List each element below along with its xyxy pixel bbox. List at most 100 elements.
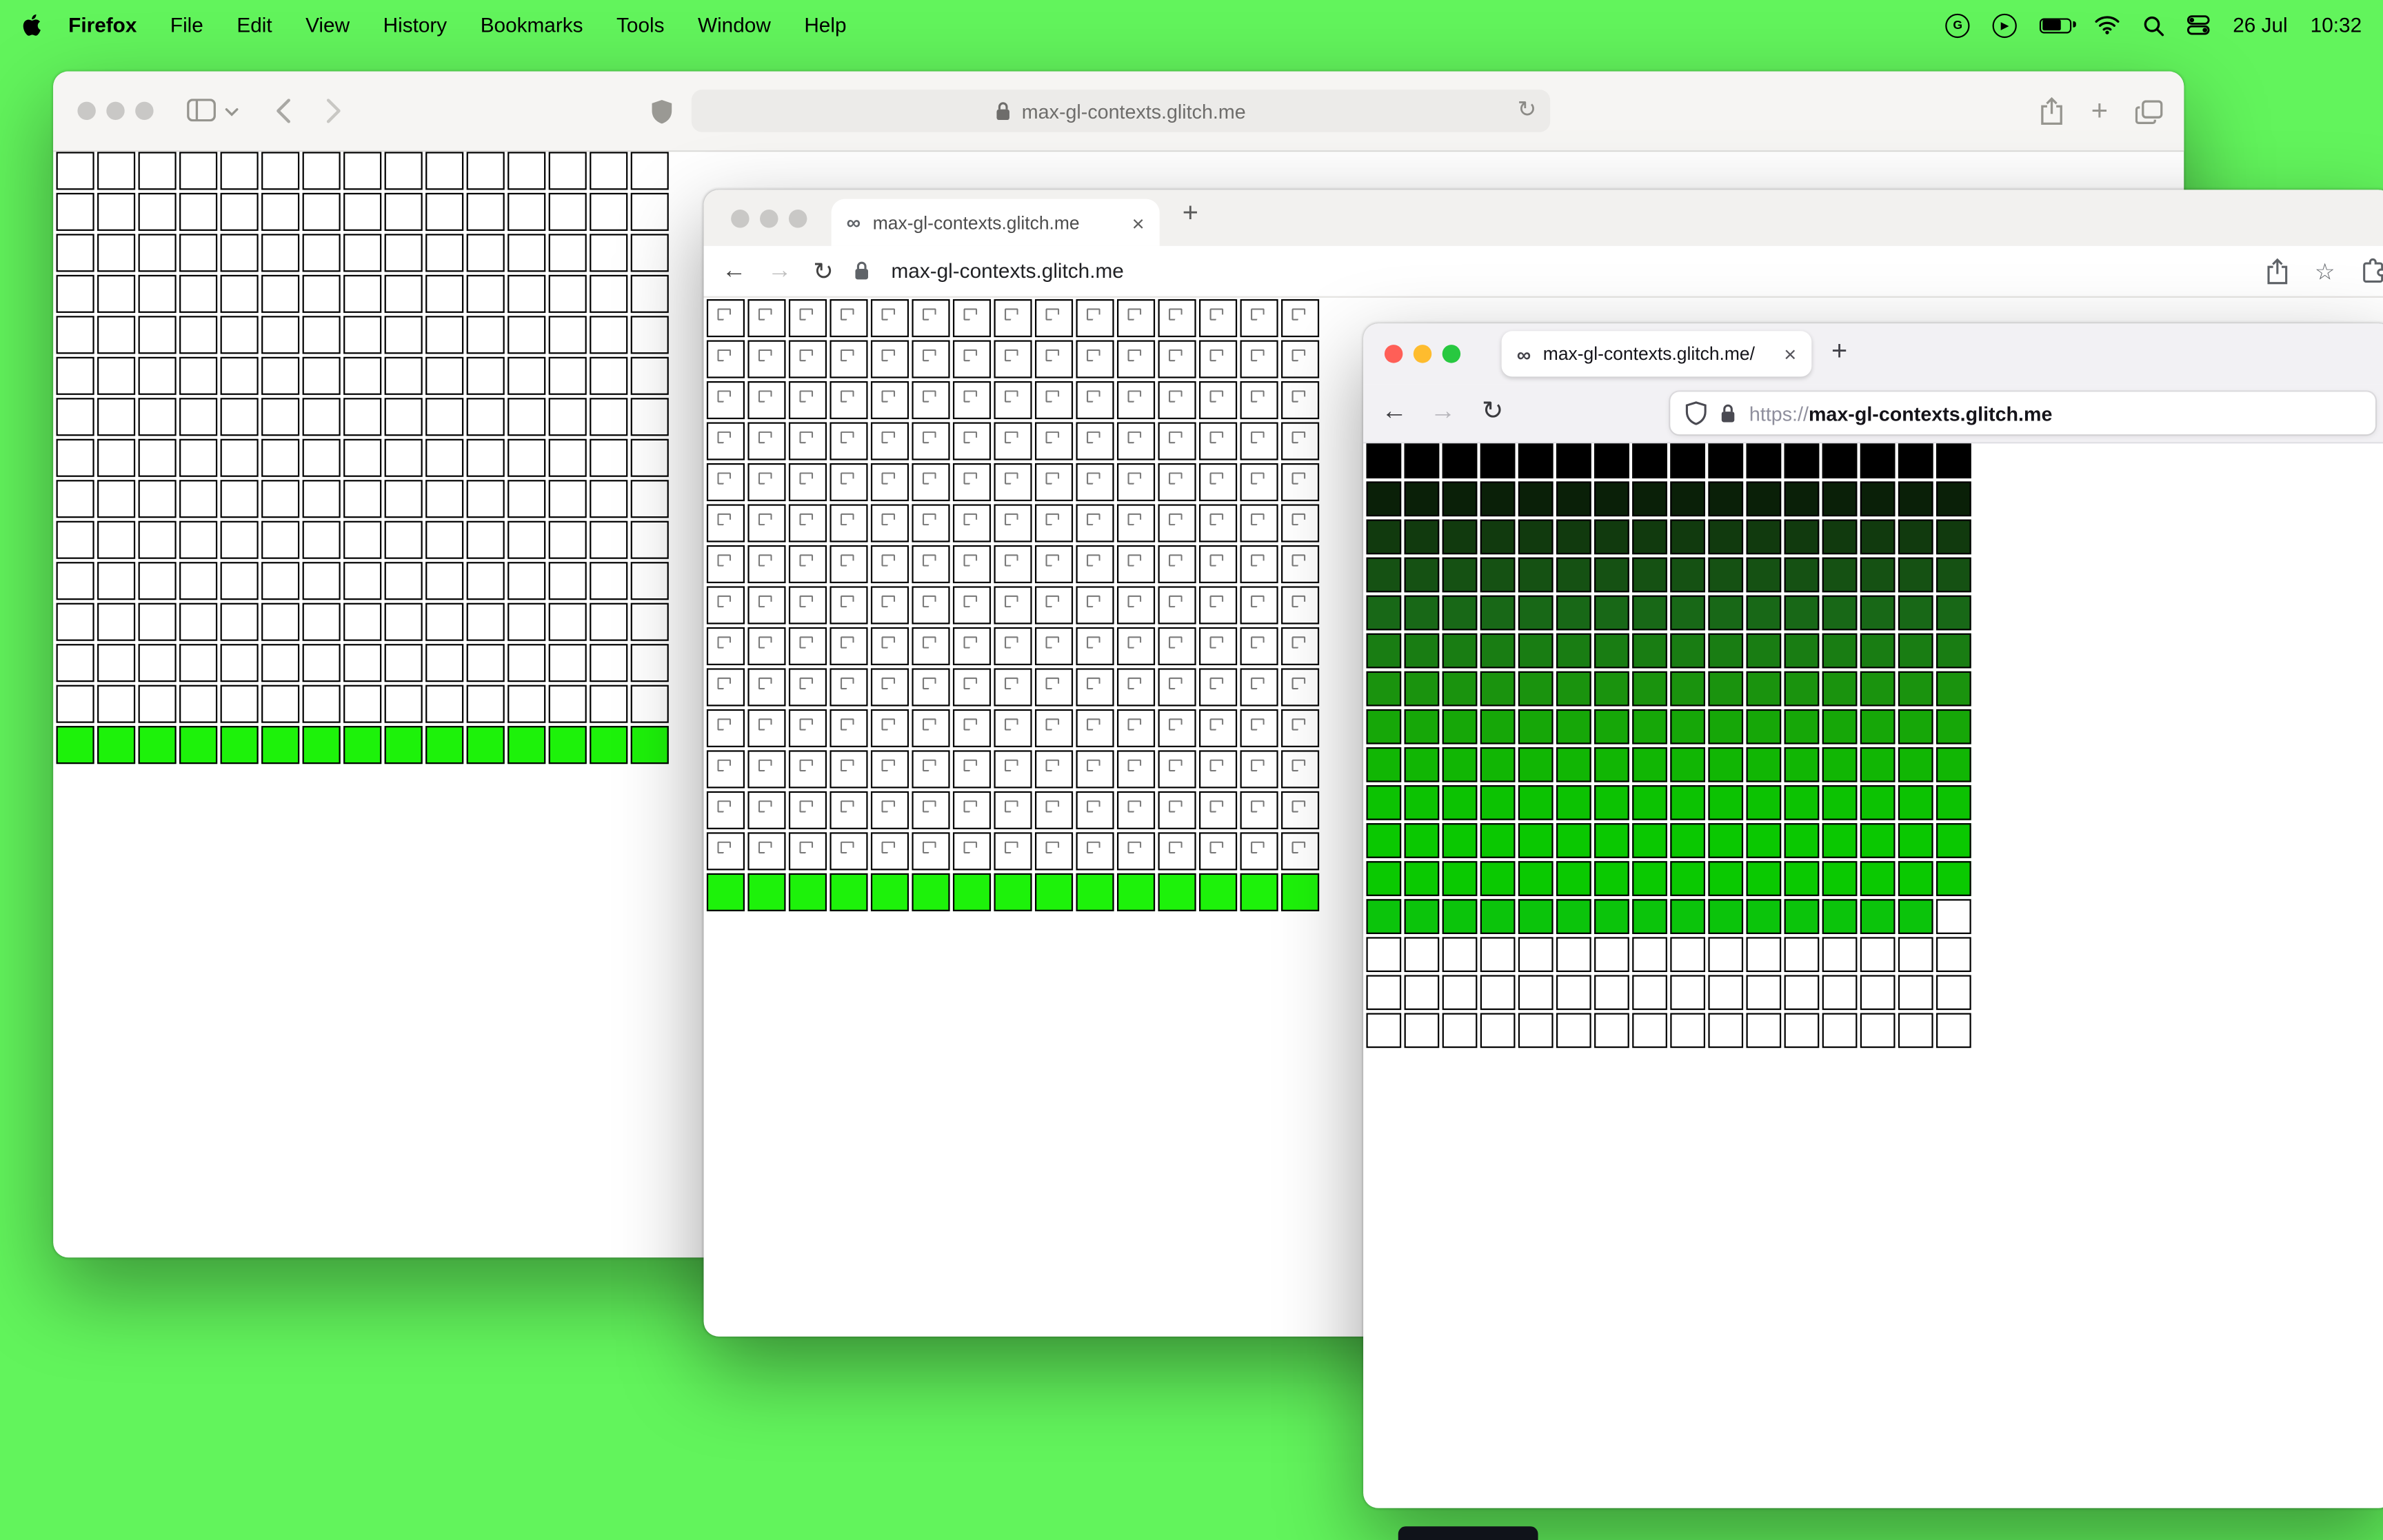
extensions-puzzle-icon[interactable] bbox=[2361, 258, 2383, 284]
broken-image-icon bbox=[799, 759, 814, 772]
canvas-cell bbox=[1199, 750, 1238, 789]
close-window-button[interactable] bbox=[1384, 345, 1403, 363]
reload-button[interactable]: ↻ bbox=[813, 256, 834, 286]
new-tab-button[interactable]: + bbox=[1831, 336, 1847, 367]
zoom-window-button[interactable] bbox=[1442, 345, 1461, 363]
broken-image-icon bbox=[840, 513, 854, 526]
share-button[interactable] bbox=[2040, 97, 2064, 126]
back-button[interactable]: ← bbox=[722, 257, 746, 285]
menu-edit[interactable]: Edit bbox=[220, 14, 289, 37]
canvas-cell bbox=[1518, 595, 1554, 631]
canvas-cell bbox=[1034, 832, 1074, 871]
tracking-shield-icon[interactable] bbox=[1685, 401, 1707, 425]
canvas-cell bbox=[1518, 823, 1554, 858]
menu-help[interactable]: Help bbox=[787, 14, 863, 37]
broken-image-icon bbox=[717, 841, 732, 854]
menu-view[interactable]: View bbox=[289, 14, 366, 37]
menu-window[interactable]: Window bbox=[681, 14, 787, 37]
search-icon[interactable] bbox=[2143, 14, 2164, 36]
canvas-cell bbox=[1670, 975, 1705, 1011]
broken-image-icon bbox=[840, 308, 854, 321]
back-button[interactable] bbox=[276, 99, 290, 123]
broken-image-icon bbox=[1004, 595, 1018, 608]
play-icon[interactable]: ▶ bbox=[1992, 12, 2018, 37]
broken-image-icon bbox=[881, 308, 896, 321]
tab-overview-button[interactable] bbox=[2135, 99, 2163, 123]
menu-bar-date[interactable]: 26 Jul bbox=[2233, 14, 2287, 37]
broken-image-icon bbox=[881, 800, 896, 813]
minimize-window-button[interactable] bbox=[106, 101, 125, 121]
menu-tools[interactable]: Tools bbox=[600, 14, 681, 37]
close-tab-button[interactable]: × bbox=[1784, 342, 1796, 366]
reload-button[interactable]: ↻ bbox=[1518, 96, 1537, 123]
canvas-cell bbox=[1632, 1013, 1667, 1048]
control-center-icon[interactable] bbox=[2187, 15, 2210, 35]
canvas-cell bbox=[829, 750, 868, 789]
reload-button[interactable]: ↻ bbox=[1482, 396, 1503, 427]
canvas-cell bbox=[425, 192, 464, 231]
browser-tab[interactable]: ∞ max-gl-contexts.glitch.me × bbox=[831, 199, 1160, 246]
canvas-cell bbox=[466, 685, 505, 723]
broken-image-icon bbox=[922, 800, 936, 813]
close-window-button[interactable] bbox=[731, 210, 750, 228]
close-tab-button[interactable]: × bbox=[1132, 210, 1145, 234]
canvas-cell bbox=[1670, 443, 1705, 479]
wifi-icon[interactable] bbox=[2095, 15, 2120, 35]
app-menu-firefox[interactable]: Firefox bbox=[52, 14, 154, 37]
minimize-window-button[interactable] bbox=[1413, 345, 1432, 363]
url-bar[interactable]: https://max-gl-contexts.glitch.me bbox=[1670, 392, 2376, 435]
lock-icon[interactable] bbox=[1720, 403, 1736, 423]
canvas-cell bbox=[220, 726, 259, 764]
canvas-cell bbox=[1594, 785, 1629, 820]
canvas-cell bbox=[1117, 709, 1156, 747]
zoom-window-button[interactable] bbox=[788, 210, 807, 228]
canvas-cell bbox=[261, 438, 300, 477]
browser-tab[interactable]: ∞ max-gl-contexts.glitch.me/ × bbox=[1501, 331, 1812, 377]
canvas-cell bbox=[1822, 785, 1858, 820]
canvas-cell bbox=[1366, 633, 1402, 669]
share-button[interactable] bbox=[2266, 257, 2289, 285]
canvas-cell bbox=[466, 480, 505, 518]
broken-image-icon bbox=[922, 431, 936, 444]
back-button[interactable]: ← bbox=[1382, 396, 1407, 427]
new-tab-button[interactable]: + bbox=[1183, 197, 1198, 229]
apple-menu[interactable] bbox=[21, 14, 43, 37]
lock-icon[interactable] bbox=[855, 261, 870, 281]
share-icon bbox=[2040, 97, 2062, 125]
battery-icon[interactable] bbox=[2040, 17, 2077, 33]
canvas-cell bbox=[1556, 671, 1591, 707]
forward-button[interactable]: → bbox=[1430, 396, 1456, 427]
sidebar-toggle-button[interactable] bbox=[187, 99, 216, 122]
close-window-button[interactable] bbox=[77, 101, 96, 121]
sidebar-chevron-button[interactable] bbox=[225, 108, 239, 116]
canvas-cell bbox=[384, 480, 423, 518]
url-bar[interactable]: max-gl-contexts.glitch.me ↻ bbox=[691, 89, 1551, 132]
canvas-cell bbox=[1117, 627, 1156, 666]
canvas-cell bbox=[788, 299, 827, 338]
broken-image-icon bbox=[963, 759, 978, 772]
broken-image-icon bbox=[1045, 677, 1060, 690]
privacy-shield-icon[interactable] bbox=[650, 99, 673, 124]
canvas-cell bbox=[1556, 785, 1591, 820]
zoom-window-button[interactable] bbox=[135, 101, 154, 121]
canvas-cell bbox=[220, 274, 259, 313]
canvas-cell bbox=[1117, 381, 1156, 420]
canvas-cell bbox=[1034, 627, 1074, 666]
menu-bar-time[interactable]: 10:32 bbox=[2311, 14, 2362, 37]
canvas-cell bbox=[1442, 595, 1478, 631]
canvas-cell bbox=[56, 356, 94, 395]
broken-image-icon bbox=[1086, 308, 1100, 321]
forward-button[interactable]: → bbox=[767, 257, 792, 285]
canvas-cell bbox=[302, 438, 341, 477]
menu-history[interactable]: History bbox=[366, 14, 463, 37]
menu-file[interactable]: File bbox=[154, 14, 220, 37]
minimize-window-button[interactable] bbox=[760, 210, 778, 228]
new-tab-button[interactable]: + bbox=[2091, 97, 2108, 126]
bookmark-star-button[interactable]: ☆ bbox=[2315, 257, 2335, 285]
url-text[interactable]: max-gl-contexts.glitch.me bbox=[891, 260, 1123, 283]
canvas-cell bbox=[1366, 747, 1402, 782]
menu-bookmarks[interactable]: Bookmarks bbox=[463, 14, 599, 37]
broken-image-icon bbox=[963, 595, 978, 608]
forward-button[interactable] bbox=[326, 99, 341, 123]
grammarly-icon[interactable]: G bbox=[1945, 12, 1970, 37]
